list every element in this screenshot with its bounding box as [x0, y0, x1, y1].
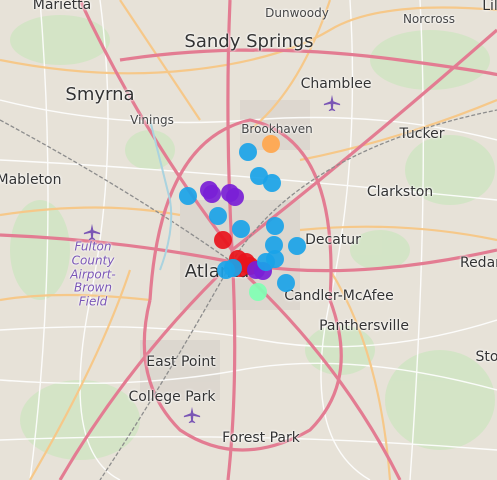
marker-blue-12[interactable] [266, 217, 284, 235]
map-canvas[interactable]: Marietta Dunwoody Norcross Sandy Springs Cha… [0, 0, 497, 480]
marker-purple-8[interactable] [226, 188, 244, 206]
marker-green-24[interactable] [249, 283, 267, 301]
marker-blue-3[interactable] [263, 174, 281, 192]
marker-blue-9[interactable] [209, 207, 227, 225]
marker-blue-23[interactable] [257, 253, 275, 271]
marker-blue-4[interactable] [179, 187, 197, 205]
marker-blue-26[interactable] [224, 259, 242, 277]
marker-purple-6[interactable] [203, 185, 221, 203]
marker-orange-0[interactable] [262, 135, 280, 153]
marker-blue-14[interactable] [288, 237, 306, 255]
marker-blue-25[interactable] [277, 274, 295, 292]
marker-red-11[interactable] [214, 231, 232, 249]
marker-blue-10[interactable] [232, 220, 250, 238]
marker-blue-1[interactable] [239, 143, 257, 161]
marker-layer [179, 135, 306, 301]
